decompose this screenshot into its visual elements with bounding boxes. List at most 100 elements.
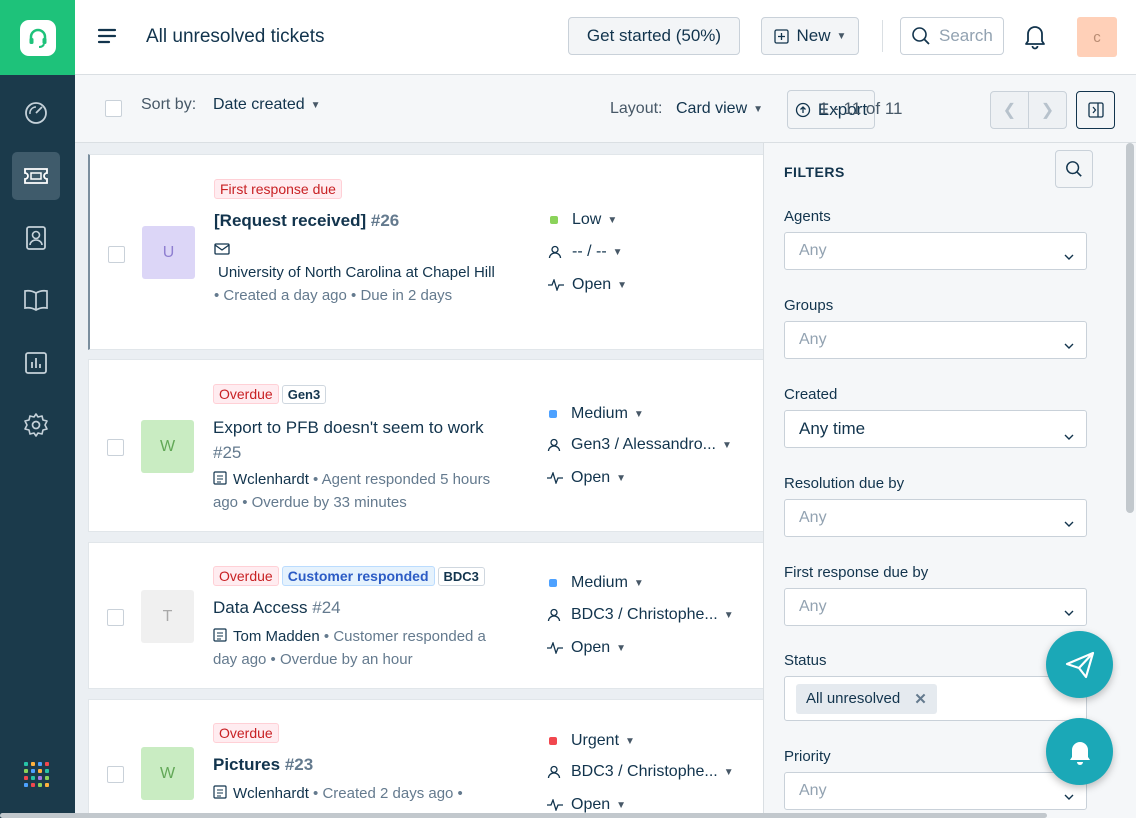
groups-value: Any [799,331,827,348]
new-button[interactable]: New ▼ [761,17,859,55]
first-response-due-select[interactable]: Any [784,588,1087,626]
status-dropdown[interactable]: Open ▼ [547,796,626,814]
chevron-down-icon: ▼ [836,30,847,42]
chevron-down-icon: ▼ [616,799,627,811]
ticket-tags: First response due [214,179,345,199]
requester-avatar: U [142,226,195,279]
panel-toggle-icon[interactable] [1076,91,1115,129]
ticket-subject-text: Pictures [213,755,281,774]
chevron-down-icon: ▼ [723,609,734,621]
dashboard-icon[interactable] [12,89,60,137]
ticket-card[interactable]: U First response due [Request received] … [88,154,764,350]
agents-select[interactable]: Any [784,232,1087,270]
status-chip[interactable]: All unresolved ✕ [796,683,937,714]
chevron-down-icon: ▼ [607,214,618,226]
priority-dropdown[interactable]: Low ▼ [548,211,617,229]
activity-icon [547,472,563,484]
export-icon [795,102,811,118]
agents-label: Agents [784,208,831,225]
bell-icon[interactable] [1046,718,1113,785]
priority-dropdown[interactable]: Medium ▼ [547,574,644,592]
search-placeholder: Search [939,26,993,45]
select-all-checkbox[interactable] [105,100,122,117]
assignee-dropdown[interactable]: Gen3 / Alessandro... ▼ [547,436,732,454]
created-select[interactable]: Any time [784,410,1087,448]
chevron-left-icon[interactable]: ❮ [990,91,1029,129]
list-toolbar: Sort by: Date created ▼ Layout: Card vie… [75,75,1141,143]
app-logo[interactable] [0,0,75,75]
filters-scrollbar[interactable] [1126,143,1134,513]
assignee-value: BDC3 / Christophe... [571,606,718,623]
requester-name[interactable]: Wclenhardt [233,785,309,802]
groups-select[interactable]: Any [784,321,1087,359]
apps-icon[interactable] [24,762,49,787]
agents-value: Any [799,242,827,259]
created-label: Created [784,386,838,403]
ticket-icon[interactable] [12,152,60,200]
chevron-down-icon: ▼ [310,99,321,111]
ticket-checkbox[interactable] [107,609,124,626]
get-started-button[interactable]: Get started (50%) [568,17,740,55]
book-icon[interactable] [12,276,60,324]
ticket-number: #25 [213,443,242,462]
person-icon [548,245,564,259]
first-response-due-label: First response due by [784,564,929,581]
requester-name[interactable]: University of North Carolina at Chapel H… [214,261,514,284]
sidebar [0,0,75,818]
chevron-right-icon[interactable]: ❯ [1028,91,1067,129]
ticket-subject[interactable]: [Request received] #26 [214,211,399,231]
send-icon[interactable] [1046,631,1113,698]
ticket-checkbox[interactable] [108,246,125,263]
priority-dropdown[interactable]: Urgent ▼ [547,732,635,750]
chevron-down-icon: ▼ [616,642,627,654]
contact-card-icon [213,471,227,485]
ticket-card[interactable]: W Overdue Gen3 Export to PFB doesn't seem… [88,359,764,532]
ticket-checkbox[interactable] [107,439,124,456]
requester-name[interactable]: Tom Madden [233,628,320,645]
ticket-created: Created 2 days ago [322,785,454,802]
resolution-due-select[interactable]: Any [784,499,1087,537]
status-dropdown[interactable]: Open ▼ [548,276,627,294]
hamburger-icon[interactable] [97,27,117,45]
ticket-card[interactable]: T Overdue Customer responded BDC3 Data Acc… [88,542,764,689]
search-input[interactable]: Search [900,17,1004,55]
status-dropdown[interactable]: Open ▼ [547,469,626,487]
priority-select[interactable]: Any [784,772,1087,810]
layout-dropdown[interactable]: Card view ▼ [676,100,763,118]
top-header: All unresolved tickets Get started (50%)… [75,0,1141,75]
ticket-subject[interactable]: Data Access #24 [213,598,341,618]
chevron-down-icon [1064,336,1074,354]
contacts-icon[interactable] [12,214,60,262]
priority-dropdown[interactable]: Medium ▼ [547,405,644,423]
status-select[interactable]: All unresolved ✕ [784,676,1087,721]
chevron-down-icon [1064,514,1074,532]
reports-icon[interactable] [12,339,60,387]
page-vertical-scrollbar[interactable] [1136,0,1141,818]
page-horizontal-scrollbar[interactable] [0,813,1047,818]
chevron-down-icon [1064,425,1074,445]
sort-dropdown[interactable]: Date created ▼ [213,96,321,114]
filter-search-button[interactable] [1055,150,1093,188]
ticket-card[interactable]: W Overdue Pictures #23 Wclenhardt • Crea… [88,699,764,818]
status-label: Status [784,652,827,669]
status-tag: Overdue [213,566,279,586]
assignee-dropdown[interactable]: BDC3 / Christophe... ▼ [547,763,734,781]
sort-value: Date created [213,96,305,113]
status-tag: First response due [214,179,342,199]
bell-icon[interactable] [1022,22,1048,55]
gear-icon[interactable] [12,401,60,449]
assignee-dropdown[interactable]: BDC3 / Christophe... ▼ [547,606,734,624]
requester-name[interactable]: Wclenhardt [233,471,309,488]
ticket-subject[interactable]: Export to PFB doesn't seem to work #25 [213,415,513,465]
ticket-subject[interactable]: Pictures #23 [213,755,313,775]
ticket-checkbox[interactable] [107,766,124,783]
status-value: Open [571,796,611,813]
assignee-dropdown[interactable]: -- / -- ▼ [548,243,623,261]
group-tag: Gen3 [281,385,327,404]
user-avatar[interactable]: c [1077,17,1117,57]
ticket-due: Due in 2 days [360,287,453,304]
status-dropdown[interactable]: Open ▼ [547,639,626,657]
close-icon[interactable]: ✕ [914,690,927,708]
chevron-down-icon [1064,787,1074,805]
status-chip-label: All unresolved [806,690,901,707]
